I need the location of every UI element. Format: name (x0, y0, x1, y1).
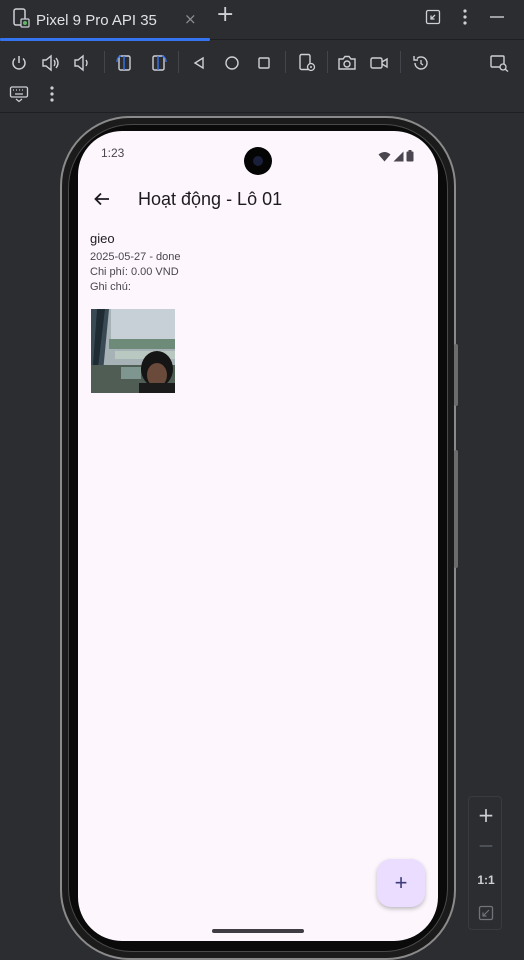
phone-volume-button[interactable] (454, 450, 458, 568)
more-actions-icon[interactable] (40, 82, 64, 106)
wifi-icon (378, 147, 391, 166)
device-tab-title: Pixel 9 Pro API 35 (36, 11, 157, 29)
add-tab-button[interactable]: + (216, 4, 234, 26)
toolbar-divider (0, 112, 524, 113)
emulator-toolbar (0, 41, 524, 85)
device-tab[interactable]: Pixel 9 Pro API 35 (0, 0, 210, 41)
rotate-left-icon[interactable] (113, 51, 137, 75)
zoom-in-button[interactable]: + (469, 800, 503, 830)
activity-photo[interactable] (91, 309, 175, 393)
toolbar-separator (285, 51, 286, 73)
snapshot-restore-icon[interactable] (409, 51, 433, 75)
emulator-tab-bar: Pixel 9 Pro API 35 × + (0, 0, 524, 41)
zoom-out-button[interactable]: — (469, 831, 503, 861)
keyboard-icon[interactable] (7, 82, 31, 106)
screenshot-icon[interactable] (335, 51, 359, 75)
add-activity-fab[interactable]: + (377, 859, 425, 907)
toolbar-separator (178, 51, 179, 73)
back-nav-icon[interactable] (187, 51, 211, 75)
zoom-fit-icon[interactable] (469, 898, 503, 928)
page-title: Hoạt động - Lô 01 (138, 189, 283, 209)
activity-photo-image (91, 309, 175, 393)
toolbar-separator (327, 51, 328, 73)
zoom-controls: + — 1:1 (468, 796, 502, 930)
toolbar-separator (400, 51, 401, 73)
gesture-home-bar[interactable] (212, 929, 304, 933)
minimize-window-icon[interactable] (486, 6, 508, 28)
activity-list-item[interactable]: gieo 2025-05-27 - done Chi phí: 0.00 VND… (90, 231, 181, 393)
activity-cost: Chi phí: 0.00 VND (90, 266, 179, 278)
app-bar: Hoạt động - Lô 01 (78, 179, 438, 223)
activity-name: gieo (90, 231, 115, 246)
zoom-actual-size-button[interactable]: 1:1 (469, 865, 503, 895)
overview-nav-icon[interactable] (252, 51, 276, 75)
close-tab-icon[interactable]: × (184, 10, 197, 28)
restore-window-icon[interactable] (422, 6, 444, 28)
cell-signal-icon (393, 147, 404, 166)
device-screen[interactable]: 1:23 Hoạt động - Lô 01 gieo 2025-05-27 -… (78, 131, 438, 941)
toolbar-separator (104, 51, 105, 73)
power-icon[interactable] (7, 51, 31, 75)
activity-date-status: 2025-05-27 - done (90, 251, 181, 263)
device-settings-icon[interactable] (295, 51, 319, 75)
home-nav-icon[interactable] (220, 51, 244, 75)
more-options-icon[interactable] (454, 6, 476, 28)
extended-controls-icon[interactable] (487, 51, 511, 75)
status-bar-time: 1:23 (101, 146, 125, 160)
emulator-toolbar-secondary (0, 80, 524, 110)
phone-power-button[interactable] (454, 344, 458, 406)
status-bar-icons (378, 147, 414, 166)
volume-down-icon[interactable] (70, 51, 94, 75)
back-button[interactable] (88, 187, 116, 215)
battery-icon (406, 147, 414, 166)
front-camera (244, 147, 272, 175)
arrow-back-icon (93, 190, 111, 212)
camera-lens (253, 156, 263, 166)
activity-note: Ghi chú: (90, 281, 131, 293)
volume-up-icon[interactable] (39, 51, 63, 75)
rotate-right-icon[interactable] (146, 51, 170, 75)
screen-record-icon[interactable] (367, 51, 391, 75)
device-tab-icon (12, 8, 30, 32)
